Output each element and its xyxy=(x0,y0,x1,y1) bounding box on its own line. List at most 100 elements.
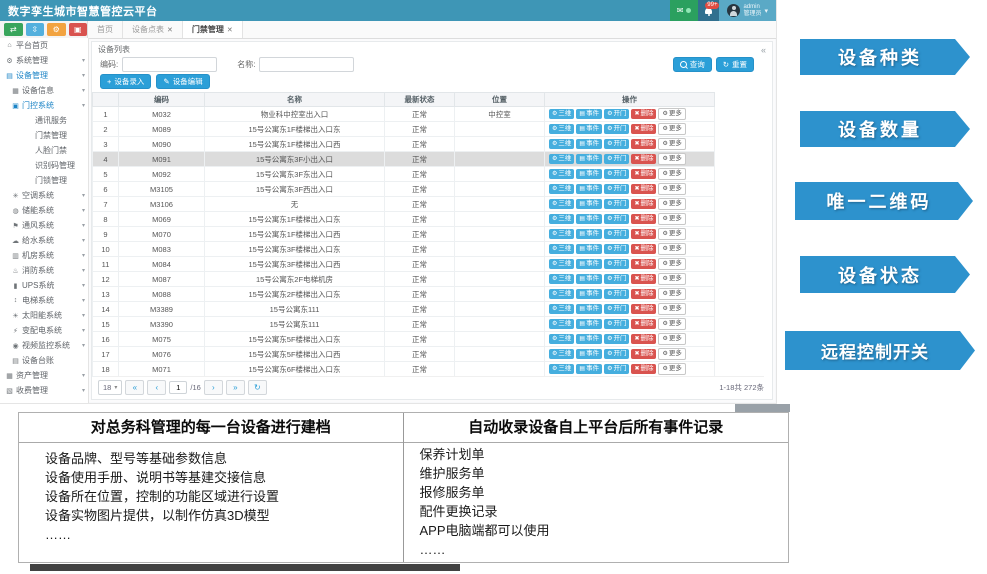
table-row[interactable]: 12 M087 15号公寓东2F电梯机房 正常 ⚙ 三维 ▤ 事件 ⚙ 开门 ✖ 删除 ⚙ 更多 xyxy=(92,271,715,287)
delete-button[interactable]: ✖ 删除 xyxy=(631,169,657,179)
3d-view-button[interactable]: ⚙ 三维 xyxy=(549,229,575,239)
more-button[interactable]: ⚙ 更多 xyxy=(658,363,686,375)
event-button[interactable]: ▤ 事件 xyxy=(576,199,603,209)
event-button[interactable]: ▤ 事件 xyxy=(576,349,603,359)
3d-view-button[interactable]: ⚙ 三维 xyxy=(549,259,575,269)
table-row[interactable]: 4 M091 15号公寓东3F小出入口 正常 ⚙ 三维 ▤ 事件 ⚙ 开门 ✖ 删除 ⚙ 更多 xyxy=(92,151,715,167)
reset-button[interactable]: ↻ 重置 xyxy=(715,57,754,72)
sidebar-item[interactable]: ▦ 设备信息 ▾ xyxy=(0,83,88,98)
delete-button[interactable]: ✖ 删除 xyxy=(631,304,657,314)
table-row[interactable]: 2 M089 15号公寓东1F楼梯出入口东 正常 ⚙ 三维 ▤ 事件 ⚙ 开门 ✖ 删除 ⚙ 更多 xyxy=(92,121,715,137)
table-row[interactable]: 17 M076 15号公寓东5F楼梯出入口西 正常 ⚙ 三维 ▤ 事件 ⚙ 开门 ✖ 删除 ⚙ 更多 xyxy=(92,346,715,362)
open-door-button[interactable]: ⚙ 开门 xyxy=(604,184,630,194)
event-button[interactable]: ▤ 事件 xyxy=(576,364,603,374)
next-page-button[interactable]: › xyxy=(203,380,223,395)
open-door-button[interactable]: ⚙ 开门 xyxy=(604,289,630,299)
sidebar-item[interactable]: 门锁管理 xyxy=(0,173,88,188)
table-row[interactable]: 10 M083 15号公寓东3F楼梯出入口东 正常 ⚙ 三维 ▤ 事件 ⚙ 开门 ✖ 删除 ⚙ 更多 xyxy=(92,241,715,257)
more-button[interactable]: ⚙ 更多 xyxy=(658,288,686,300)
3d-view-button[interactable]: ⚙ 三维 xyxy=(549,304,575,314)
delete-button[interactable]: ✖ 删除 xyxy=(631,184,657,194)
monitor-button[interactable]: ▣ xyxy=(68,23,87,36)
3d-view-button[interactable]: ⚙ 三维 xyxy=(549,364,575,374)
open-door-button[interactable]: ⚙ 开门 xyxy=(604,154,630,164)
tab-设备点表[interactable]: 设备点表 ✕ xyxy=(123,21,183,38)
sidebar-item[interactable]: ▤ 设备台账 xyxy=(0,353,88,368)
table-row[interactable]: 13 M088 15号公寓东2F楼梯出入口东 正常 ⚙ 三维 ▤ 事件 ⚙ 开门 ✖ 删除 ⚙ 更多 xyxy=(92,286,715,302)
delete-button[interactable]: ✖ 删除 xyxy=(631,334,657,344)
event-button[interactable]: ▤ 事件 xyxy=(576,109,603,119)
event-button[interactable]: ▤ 事件 xyxy=(576,139,603,149)
more-button[interactable]: ⚙ 更多 xyxy=(658,123,686,135)
event-button[interactable]: ▤ 事件 xyxy=(576,214,603,224)
open-door-button[interactable]: ⚙ 开门 xyxy=(604,259,630,269)
prev-page-button[interactable]: ‹ xyxy=(147,380,167,395)
delete-button[interactable]: ✖ 删除 xyxy=(631,364,657,374)
sidebar-item[interactable]: 通讯服务 xyxy=(0,113,88,128)
table-row[interactable]: 15 M3390 15号公寓东111 正常 ⚙ 三维 ▤ 事件 ⚙ 开门 ✖ 删除 ⚙ 更多 xyxy=(92,316,715,332)
open-door-button[interactable]: ⚙ 开门 xyxy=(604,124,630,134)
fullscreen-button[interactable]: ⇳ xyxy=(25,23,44,36)
sidebar-item[interactable]: 门禁管理 xyxy=(0,128,88,143)
event-button[interactable]: ▤ 事件 xyxy=(576,274,603,284)
delete-button[interactable]: ✖ 删除 xyxy=(631,124,657,134)
event-button[interactable]: ▤ 事件 xyxy=(576,244,603,254)
more-button[interactable]: ⚙ 更多 xyxy=(658,168,686,180)
open-door-button[interactable]: ⚙ 开门 xyxy=(604,139,630,149)
delete-button[interactable]: ✖ 删除 xyxy=(631,349,657,359)
table-row[interactable]: 7 M3106 无正常 ⚙ 三维 ▤ 事件 ⚙ 开门 ✖ 删除 ⚙ 更多 xyxy=(92,196,715,212)
refresh-button[interactable]: ↻ xyxy=(247,380,267,395)
table-row[interactable]: 6 M3105 15号公寓东3F西出入口 正常 ⚙ 三维 ▤ 事件 ⚙ 开门 ✖ 删除 ⚙ 更多 xyxy=(92,181,715,197)
more-button[interactable]: ⚙ 更多 xyxy=(658,258,686,270)
3d-view-button[interactable]: ⚙ 三维 xyxy=(549,139,575,149)
sidebar-item[interactable]: ▥ 机房系统 ▾ xyxy=(0,248,88,263)
close-icon[interactable]: ✕ xyxy=(227,26,233,34)
event-button[interactable]: ▤ 事件 xyxy=(576,184,603,194)
more-button[interactable]: ⚙ 更多 xyxy=(658,348,686,360)
delete-button[interactable]: ✖ 删除 xyxy=(631,244,657,254)
more-button[interactable]: ⚙ 更多 xyxy=(658,183,686,195)
3d-view-button[interactable]: ⚙ 三维 xyxy=(549,169,575,179)
event-button[interactable]: ▤ 事件 xyxy=(576,169,603,179)
sidebar-item[interactable]: ☁ 给水系统 ▾ xyxy=(0,233,88,248)
open-door-button[interactable]: ⚙ 开门 xyxy=(604,214,630,224)
3d-view-button[interactable]: ⚙ 三维 xyxy=(549,289,575,299)
table-row[interactable]: 16 M075 15号公寓东5F楼梯出入口东 正常 ⚙ 三维 ▤ 事件 ⚙ 开门 ✖ 删除 ⚙ 更多 xyxy=(92,331,715,347)
sidebar-item[interactable]: ▤ 设备管理 ▾ xyxy=(0,68,88,83)
table-row[interactable]: 5 M092 15号公寓东3F东出入口 正常 ⚙ 三维 ▤ 事件 ⚙ 开门 ✖ 删除 ⚙ 更多 xyxy=(92,166,715,182)
3d-view-button[interactable]: ⚙ 三维 xyxy=(549,319,575,329)
open-door-button[interactable]: ⚙ 开门 xyxy=(604,274,630,284)
delete-button[interactable]: ✖ 删除 xyxy=(631,229,657,239)
page-size-select[interactable]: 18 ▾ xyxy=(98,380,123,395)
delete-button[interactable]: ✖ 删除 xyxy=(631,109,657,119)
sidebar-item[interactable]: ▧ 收费管理 ▾ xyxy=(0,383,88,398)
delete-button[interactable]: ✖ 删除 xyxy=(631,199,657,209)
sidebar-item[interactable]: ◍ 储能系统 ▾ xyxy=(0,203,88,218)
name-input[interactable] xyxy=(259,57,355,72)
user-menu[interactable]: admin 管理员 ▾ xyxy=(719,0,776,21)
more-button[interactable]: ⚙ 更多 xyxy=(658,303,686,315)
delete-button[interactable]: ✖ 删除 xyxy=(631,274,657,284)
3d-view-button[interactable]: ⚙ 三维 xyxy=(549,124,575,134)
more-button[interactable]: ⚙ 更多 xyxy=(658,153,686,165)
event-button[interactable]: ▤ 事件 xyxy=(576,334,603,344)
open-door-button[interactable]: ⚙ 开门 xyxy=(604,349,630,359)
messages-button[interactable]: ✉ xyxy=(669,0,699,21)
open-door-button[interactable]: ⚙ 开门 xyxy=(604,169,630,179)
sidebar-item[interactable]: ↕ 电梯系统 ▾ xyxy=(0,293,88,308)
page-input[interactable] xyxy=(169,381,188,394)
delete-button[interactable]: ✖ 删除 xyxy=(631,139,657,149)
event-button[interactable]: ▤ 事件 xyxy=(576,319,603,329)
open-door-button[interactable]: ⚙ 开门 xyxy=(604,229,630,239)
delete-button[interactable]: ✖ 删除 xyxy=(631,154,657,164)
sidebar-item[interactable]: ⌂ 平台首页 xyxy=(0,38,88,53)
edit-device-button[interactable]: ✎ 设备编辑 xyxy=(156,74,210,89)
more-button[interactable]: ⚙ 更多 xyxy=(658,213,686,225)
close-icon[interactable]: ✕ xyxy=(167,26,173,34)
open-door-button[interactable]: ⚙ 开门 xyxy=(604,109,630,119)
delete-button[interactable]: ✖ 删除 xyxy=(631,319,657,329)
more-button[interactable]: ⚙ 更多 xyxy=(658,318,686,330)
open-door-button[interactable]: ⚙ 开门 xyxy=(604,364,630,374)
table-row[interactable]: 3 M090 15号公寓东1F楼梯出入口西 正常 ⚙ 三维 ▤ 事件 ⚙ 开门 ✖ 删除 ⚙ 更多 xyxy=(92,136,715,152)
event-button[interactable]: ▤ 事件 xyxy=(576,289,603,299)
